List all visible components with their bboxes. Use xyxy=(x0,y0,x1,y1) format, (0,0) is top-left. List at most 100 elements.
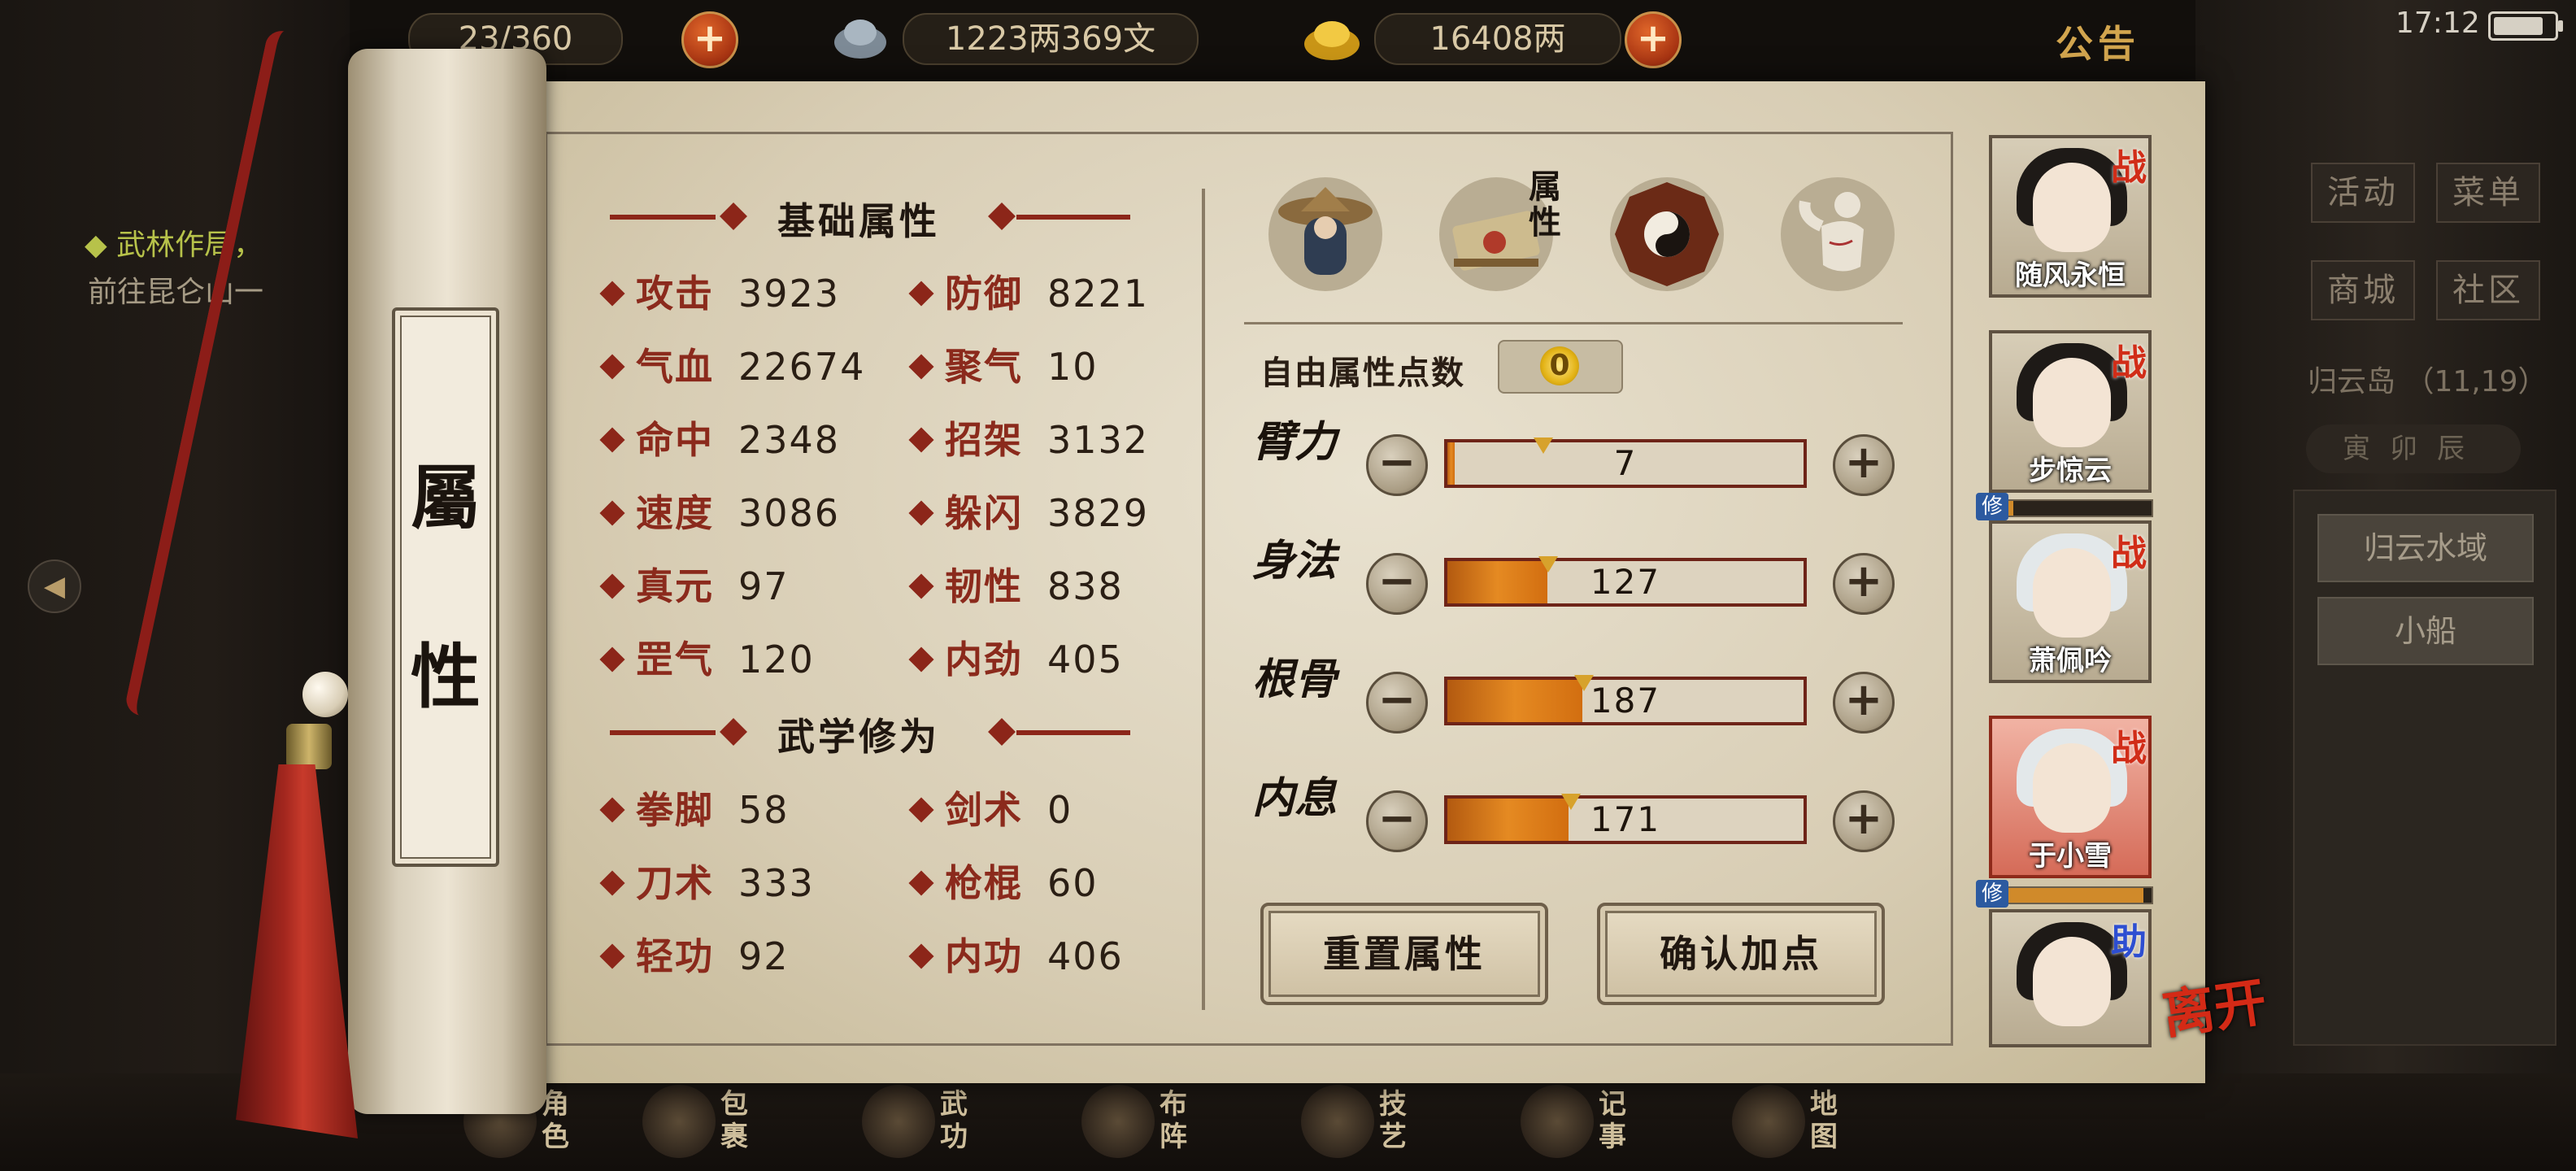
notice-button[interactable]: 公告 xyxy=(2056,15,2140,68)
agility-bar[interactable]: 127 xyxy=(1444,556,1807,607)
stat-hit: 命中 2348 xyxy=(599,411,840,464)
cultivation-bar xyxy=(1987,499,2153,517)
portrait-face xyxy=(2033,358,2111,447)
battle-tag: 战 xyxy=(2111,728,2147,769)
strength-minus-button[interactable]: − xyxy=(1366,434,1428,496)
party-member-name: 于小雪 xyxy=(2029,840,2112,873)
breath-plus-button[interactable]: + xyxy=(1833,790,1895,852)
menu-button[interactable]: 菜单 xyxy=(2436,163,2540,223)
tassel-cap xyxy=(286,724,332,769)
portrait-face xyxy=(2033,743,2111,833)
martial-cultivation-header: 武学修为 xyxy=(610,707,1147,759)
jade-bead xyxy=(302,672,348,717)
party-member-name: 随风永恒 xyxy=(2015,259,2126,292)
location-panel: 归云水域 小船 xyxy=(2293,490,2556,1046)
cultivation-badge: 修 xyxy=(1976,880,2008,908)
tab-character[interactable] xyxy=(1260,169,1390,299)
strength-value: 7 xyxy=(1613,443,1638,483)
tab-formation[interactable] xyxy=(1602,169,1732,299)
stat-inner-force: 内劲 405 xyxy=(908,630,1124,684)
party-member-4[interactable]: 战 于小雪 xyxy=(1989,716,2152,878)
clock: 17:12 xyxy=(2395,7,2480,40)
agility-value: 127 xyxy=(1590,562,1661,602)
party-member-name: 萧佩吟 xyxy=(2029,645,2112,677)
agility-minus-button[interactable]: − xyxy=(1366,553,1428,615)
place-boat-button[interactable]: 小船 xyxy=(2317,597,2534,665)
party-member-5[interactable]: 助 xyxy=(1989,909,2152,1047)
confirm-points-button[interactable]: 确认加点 xyxy=(1597,903,1885,1005)
attr-strength-label: 臂力 xyxy=(1252,417,1338,467)
stat-speed: 速度 3086 xyxy=(599,484,840,538)
battle-tag: 战 xyxy=(2111,147,2147,189)
nav-martial[interactable]: 武功 xyxy=(846,1082,1025,1163)
stat-lightness: 轻功 92 xyxy=(599,927,790,981)
basic-attributes-header: 基础属性 xyxy=(610,192,1147,243)
activity-button[interactable]: 活动 xyxy=(2311,163,2415,223)
nav-map[interactable]: 地图 xyxy=(1716,1082,1895,1163)
journal-icon xyxy=(1521,1085,1594,1158)
party-member-1[interactable]: 战 随风永恒 xyxy=(1989,135,2152,298)
straw-hat-warrior-icon xyxy=(1268,177,1382,291)
free-points-label: 自由属性点数 xyxy=(1260,355,1465,392)
portrait-face xyxy=(2033,548,2111,638)
reset-attributes-button[interactable]: 重置属性 xyxy=(1260,903,1548,1005)
nav-bag[interactable]: 包裹 xyxy=(626,1082,805,1163)
battle-tag: 战 xyxy=(2111,533,2147,574)
stat-dodge: 躲闪 3829 xyxy=(908,484,1149,538)
stat-gang-qi: 罡气 120 xyxy=(599,630,815,684)
stat-fist: 拳脚 58 xyxy=(599,781,790,834)
free-points-box: 0 xyxy=(1498,340,1623,394)
muscle-figure-icon xyxy=(1781,177,1895,291)
constitution-plus-button[interactable]: + xyxy=(1833,672,1895,734)
leave-button[interactable]: 离开 xyxy=(2159,972,2287,1095)
place-guiyun-waters-button[interactable]: 归云水域 xyxy=(2317,514,2534,582)
scroll-title: 屬 性 xyxy=(392,307,499,867)
community-button[interactable]: 社区 xyxy=(2436,260,2540,320)
stat-spear: 枪棍 60 xyxy=(908,854,1099,908)
agility-plus-button[interactable]: + xyxy=(1833,553,1895,615)
top-bar: 23/360 + 1223两369文 16408两 + xyxy=(350,0,2220,73)
bagua-icon xyxy=(1610,177,1724,291)
stamina-add-button[interactable]: + xyxy=(681,11,738,68)
tab-divider xyxy=(1244,322,1903,324)
attr-breath-label: 内息 xyxy=(1252,773,1338,823)
constitution-bar[interactable]: 187 xyxy=(1444,675,1807,725)
shop-button[interactable]: 商城 xyxy=(2311,260,2415,320)
constitution-value: 187 xyxy=(1590,681,1661,720)
party-member-3[interactable]: 战 萧佩吟 xyxy=(1989,520,2152,683)
bagua-icon xyxy=(1081,1085,1155,1158)
books-icon xyxy=(862,1085,935,1158)
stat-toughness: 韧性 838 xyxy=(908,557,1124,611)
gold-icon xyxy=(1301,8,1363,65)
breath-bar[interactable]: 171 xyxy=(1444,794,1807,844)
portrait-face xyxy=(2033,163,2111,252)
breath-minus-button[interactable]: − xyxy=(1366,790,1428,852)
tab-body[interactable] xyxy=(1773,169,1903,299)
stat-parry: 招架 3132 xyxy=(908,411,1149,464)
constitution-minus-button[interactable]: − xyxy=(1366,672,1428,734)
gold-add-button[interactable]: + xyxy=(1625,11,1682,68)
silver-value: 1223两369文 xyxy=(945,20,1156,58)
assist-tag: 助 xyxy=(2111,921,2147,963)
strength-bar[interactable]: 7 xyxy=(1444,437,1807,488)
party-member-2[interactable]: 战 步惊云 xyxy=(1989,330,2152,493)
stat-inner-skill: 内功 406 xyxy=(908,927,1124,981)
tab-attributes-label: 属性 xyxy=(1529,168,1561,242)
stat-defense: 防御 8221 xyxy=(908,264,1149,318)
silver-display: 1223两369文 xyxy=(903,13,1199,65)
cultivation-badge: 修 xyxy=(1976,493,2008,520)
gold-value: 16408两 xyxy=(1429,20,1566,58)
stat-blade: 刀术 333 xyxy=(599,854,815,908)
nav-journal[interactable]: 记事 xyxy=(1504,1082,1683,1163)
collapse-left-arrow-icon[interactable]: ◀ xyxy=(28,559,81,613)
stat-hp: 气血 22674 xyxy=(599,337,865,391)
stat-gather-qi: 聚气 10 xyxy=(908,337,1099,391)
stat-sword: 剑术 0 xyxy=(908,781,1073,834)
party-member-name: 步惊云 xyxy=(2029,455,2112,487)
gold-display: 16408两 xyxy=(1374,13,1621,65)
silver-icon xyxy=(829,8,891,65)
location-label: 归云岛 （11,19） xyxy=(2308,365,2548,398)
nav-skills[interactable]: 技艺 xyxy=(1285,1082,1464,1163)
strength-plus-button[interactable]: + xyxy=(1833,434,1895,496)
nav-formation[interactable]: 布阵 xyxy=(1065,1082,1244,1163)
